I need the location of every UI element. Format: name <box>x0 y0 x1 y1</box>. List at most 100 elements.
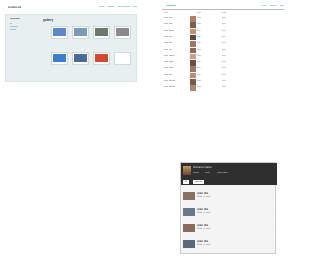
more-options-icon[interactable]: ··· <box>270 208 273 212</box>
video-meta: 00:00 · 0 views <box>197 196 211 198</box>
user-avatar[interactable] <box>190 28 196 35</box>
item-link[interactable]: item <box>197 61 201 63</box>
tab-all[interactable]: all <box>183 179 190 184</box>
user-name[interactable]: user twelve <box>164 86 175 88</box>
nav-link[interactable]: about <box>261 5 266 8</box>
thumb-image <box>116 54 129 62</box>
gallery-thumb[interactable]: clip 06 <box>72 52 89 65</box>
list-item[interactable]: user six item date <box>162 47 284 54</box>
user-avatar[interactable] <box>190 47 196 53</box>
video-thumbnail[interactable] <box>183 224 195 232</box>
item-link[interactable]: item <box>197 74 201 76</box>
video-title[interactable]: video title <box>197 240 208 243</box>
thumb-caption[interactable]: clip 04 <box>116 36 131 38</box>
user-avatar[interactable] <box>190 66 196 72</box>
user-name[interactable]: user one <box>164 17 173 19</box>
more-options-icon[interactable]: ··· <box>270 192 273 196</box>
item-link[interactable]: item <box>197 86 201 88</box>
list-item[interactable]: user eleven item date <box>162 79 284 85</box>
gallery-thumb[interactable]: clip 01 <box>51 26 68 39</box>
user-name[interactable]: user four <box>164 36 173 38</box>
thumb-caption[interactable]: clip 05 <box>53 62 68 64</box>
thumb-caption[interactable]: clip 01 <box>53 36 68 38</box>
video-title[interactable]: video title <box>197 208 208 211</box>
item-link[interactable]: item <box>197 80 201 82</box>
list-item[interactable]: user three item date <box>162 28 284 35</box>
user-name[interactable]: user six <box>164 49 172 51</box>
video-row[interactable]: video title 00:00 · 0 views ··· <box>183 222 273 234</box>
user-name[interactable]: user eleven <box>164 80 175 82</box>
sidebar-title: lookbook <box>10 18 20 20</box>
gallery-thumb[interactable]: clip 08 <box>114 52 131 65</box>
user-avatar[interactable] <box>190 60 196 66</box>
user-avatar[interactable] <box>190 16 196 22</box>
list-item[interactable]: user nine item date <box>162 66 284 72</box>
video-thumbnail[interactable] <box>183 192 195 200</box>
item-date: date <box>222 73 226 76</box>
item-link[interactable]: item <box>197 42 201 44</box>
list-item[interactable]: user four item date <box>162 34 284 41</box>
user-avatar[interactable] <box>190 34 196 41</box>
item-link[interactable]: item <box>197 55 201 57</box>
user-name[interactable]: user nine <box>164 67 173 69</box>
video-thumbnail[interactable] <box>183 208 195 216</box>
channel-name[interactable]: channel name <box>193 166 212 169</box>
nav-link[interactable]: newest <box>270 5 277 8</box>
user-avatar[interactable] <box>190 85 196 91</box>
video-row[interactable]: video title 00:00 · 0 views ··· <box>183 190 273 202</box>
video-title[interactable]: video title <box>197 224 208 227</box>
list-item[interactable]: user seven item date <box>162 53 284 60</box>
thumb-caption[interactable]: clip 07 <box>95 62 110 64</box>
video-title[interactable]: video title <box>197 192 208 195</box>
user-name[interactable]: user ten <box>164 74 172 76</box>
more-options-icon[interactable]: ··· <box>270 240 273 244</box>
user-avatar[interactable] <box>190 79 196 85</box>
item-link[interactable]: item <box>197 30 201 32</box>
nav-link[interactable]: help <box>280 5 284 8</box>
list-item[interactable]: user eight item date <box>162 60 284 66</box>
nav-link[interactable]: newest <box>108 6 115 9</box>
nav-link[interactable]: about <box>99 6 104 9</box>
site-logo[interactable]: lookbook <box>166 5 176 8</box>
gallery-thumb[interactable]: clip 03 <box>93 26 110 39</box>
item-link[interactable]: item <box>197 67 201 69</box>
gallery-thumb[interactable]: clip 02 <box>72 26 89 39</box>
user-avatar[interactable] <box>190 53 196 60</box>
thumb-caption[interactable]: clip 06 <box>74 62 89 64</box>
gallery-thumb[interactable]: clip 07 <box>93 52 110 65</box>
item-link[interactable]: item <box>197 36 201 38</box>
video-row[interactable]: video title 00:00 · 0 views ··· <box>183 238 273 250</box>
user-name[interactable]: user eight <box>164 61 174 63</box>
list-item[interactable]: user five item date <box>162 41 284 47</box>
user-name[interactable]: user two <box>164 23 172 25</box>
site-logo[interactable]: lookbook <box>8 6 21 9</box>
video-row[interactable]: video title 00:00 · 0 views ··· <box>183 206 273 218</box>
item-link[interactable]: item <box>197 17 201 19</box>
list-item[interactable]: user twelve item date <box>162 85 284 91</box>
item-date: date <box>222 29 226 32</box>
thumb-image <box>53 28 66 36</box>
list-item[interactable]: user ten item date <box>162 72 284 79</box>
nav-link[interactable]: most viewed <box>118 6 130 9</box>
user-avatar[interactable] <box>190 72 196 79</box>
user-name[interactable]: user three <box>164 30 174 32</box>
gallery-thumb[interactable]: clip 05 <box>51 52 68 65</box>
list-item[interactable]: user one item date <box>162 16 284 22</box>
user-avatar[interactable] <box>190 22 196 28</box>
thumb-caption[interactable]: clip 02 <box>74 36 89 38</box>
sidebar-link[interactable]: recent <box>10 29 16 32</box>
thumb-caption[interactable]: clip 08 <box>116 62 131 64</box>
user-avatar[interactable] <box>190 41 196 47</box>
user-name[interactable]: user five <box>164 42 172 44</box>
channel-avatar[interactable] <box>183 166 191 175</box>
more-options-icon[interactable]: ··· <box>270 224 273 228</box>
list-item[interactable]: user two item date <box>162 22 284 28</box>
user-name[interactable]: user seven <box>164 55 175 57</box>
nav-link[interactable]: help <box>133 6 137 9</box>
item-link[interactable]: item <box>197 49 201 51</box>
thumb-caption[interactable]: clip 03 <box>95 36 110 38</box>
gallery-thumb[interactable]: clip 04 <box>114 26 131 39</box>
item-link[interactable]: item <box>197 23 201 25</box>
video-thumbnail[interactable] <box>183 240 195 248</box>
tab-uploads[interactable]: uploads <box>193 179 205 184</box>
